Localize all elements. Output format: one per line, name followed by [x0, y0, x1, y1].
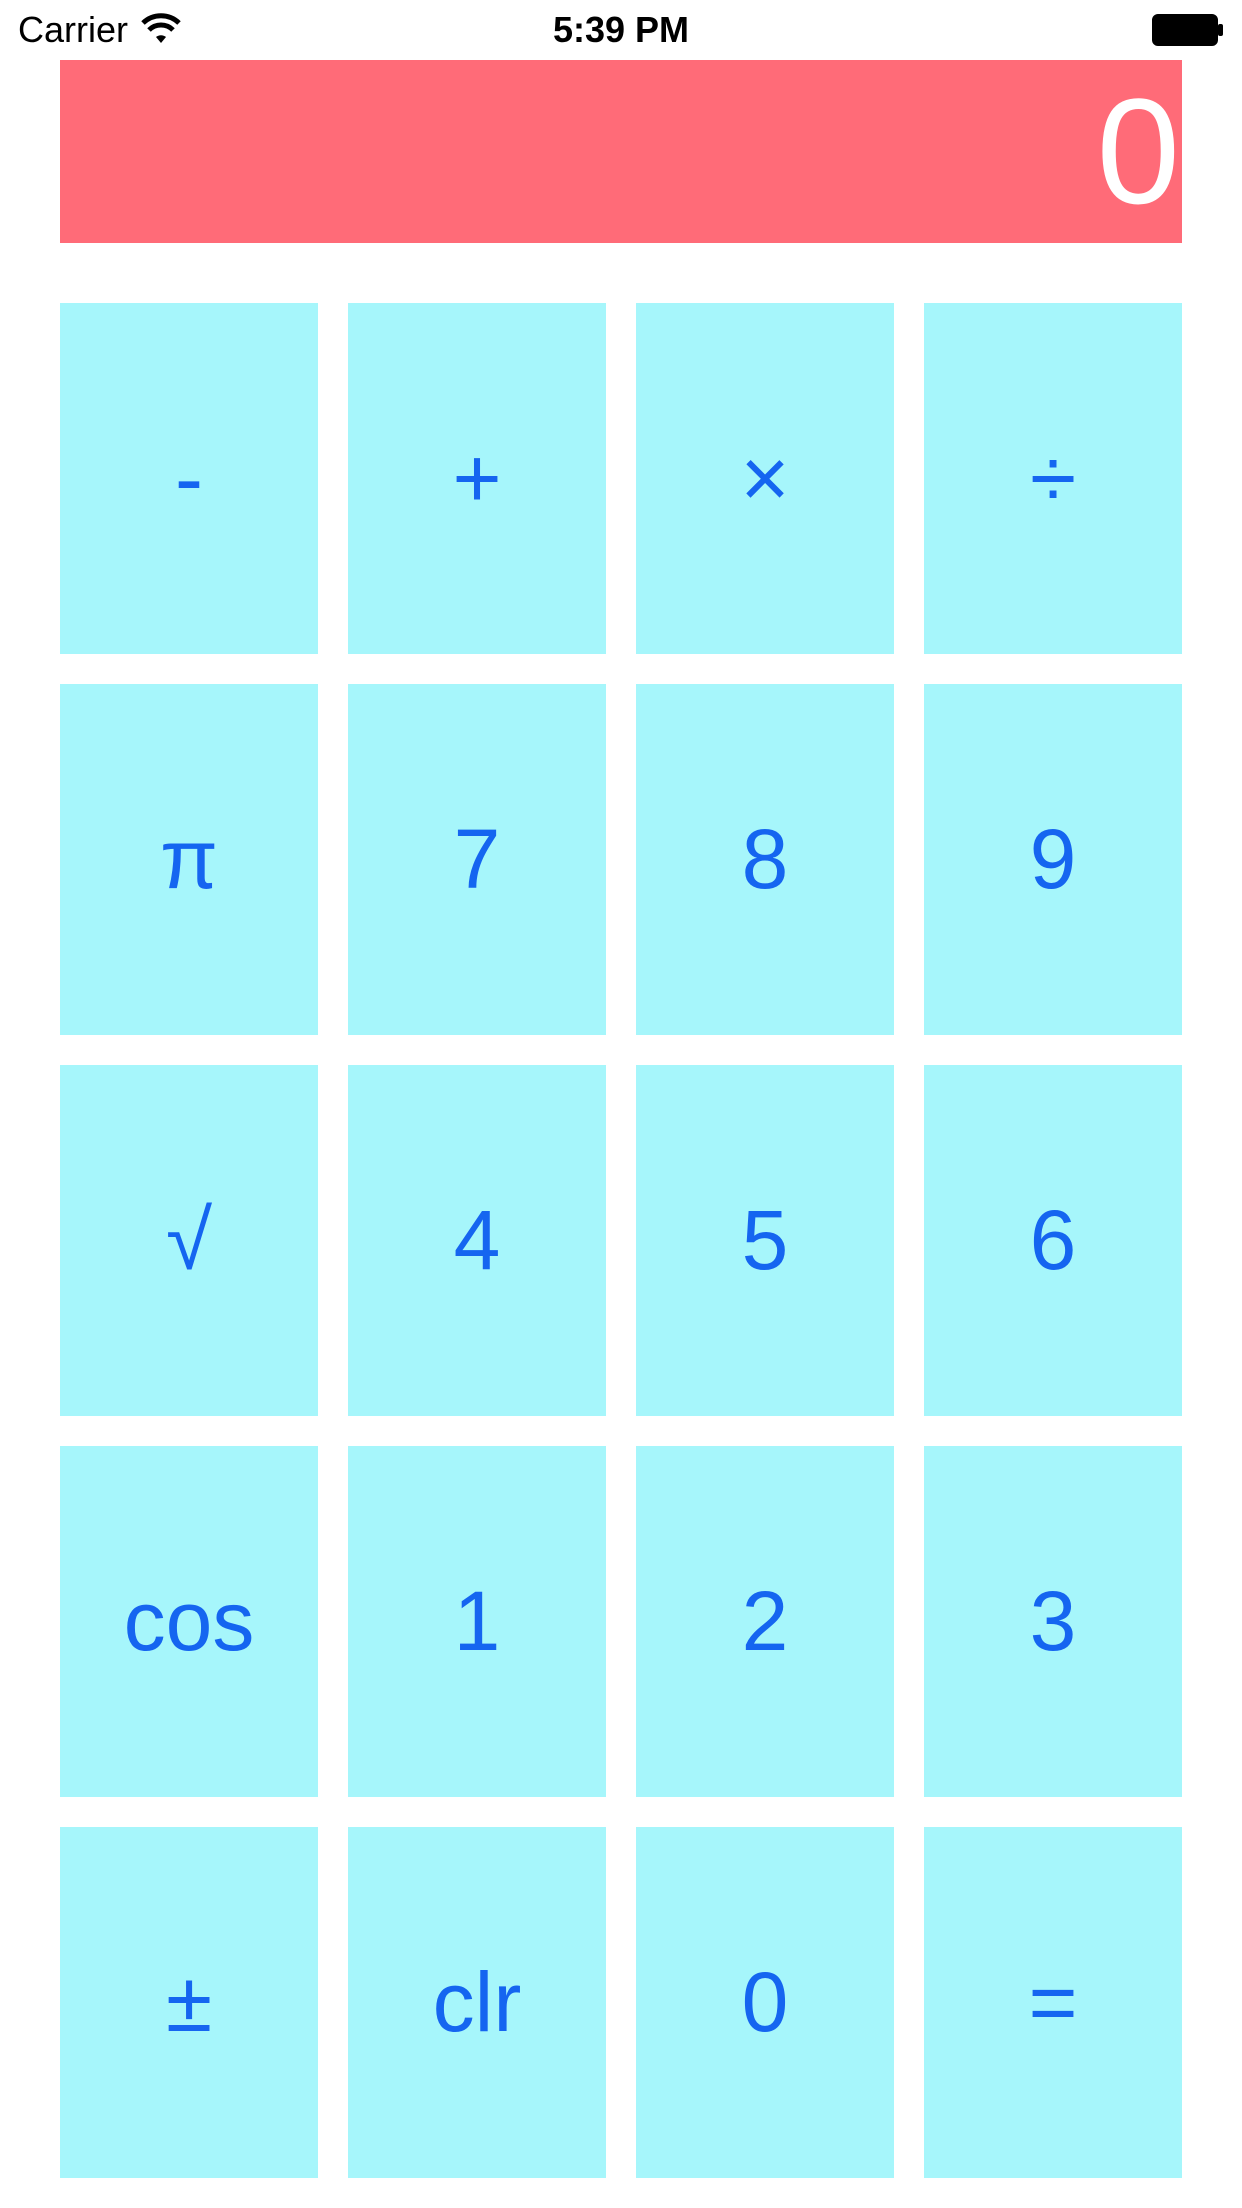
key-1[interactable]: 1: [348, 1446, 606, 1797]
key-2[interactable]: 2: [636, 1446, 894, 1797]
key-divide[interactable]: ÷: [924, 303, 1182, 654]
key-8[interactable]: 8: [636, 684, 894, 1035]
key-minus[interactable]: -: [60, 303, 318, 654]
status-time: 5:39 PM: [552, 9, 690, 50]
key-6[interactable]: 6: [924, 1065, 1182, 1416]
key-7[interactable]: 7: [348, 684, 606, 1035]
key-clear[interactable]: clr: [348, 1827, 606, 2178]
key-3[interactable]: 3: [924, 1446, 1182, 1797]
status-bar: Carrier 5:39 PM: [0, 0, 1242, 60]
key-cos[interactable]: cos: [60, 1446, 318, 1797]
key-plus[interactable]: +: [348, 303, 606, 654]
battery-icon: [1152, 14, 1223, 46]
calculator-display: 0: [60, 60, 1182, 243]
key-0[interactable]: 0: [636, 1827, 894, 2178]
key-multiply[interactable]: ×: [636, 303, 894, 654]
key-plus-minus[interactable]: ±: [60, 1827, 318, 2178]
key-4[interactable]: 4: [348, 1065, 606, 1416]
keypad: - + × ÷ π 7 8 9 √ 4 5 6 cos 1 2 3 ± clr …: [60, 303, 1182, 2178]
display-value: 0: [1096, 67, 1180, 235]
key-equals[interactable]: =: [924, 1827, 1182, 2178]
key-5[interactable]: 5: [636, 1065, 894, 1416]
key-square-root[interactable]: √: [60, 1065, 318, 1416]
key-pi[interactable]: π: [60, 684, 318, 1035]
key-9[interactable]: 9: [924, 684, 1182, 1035]
